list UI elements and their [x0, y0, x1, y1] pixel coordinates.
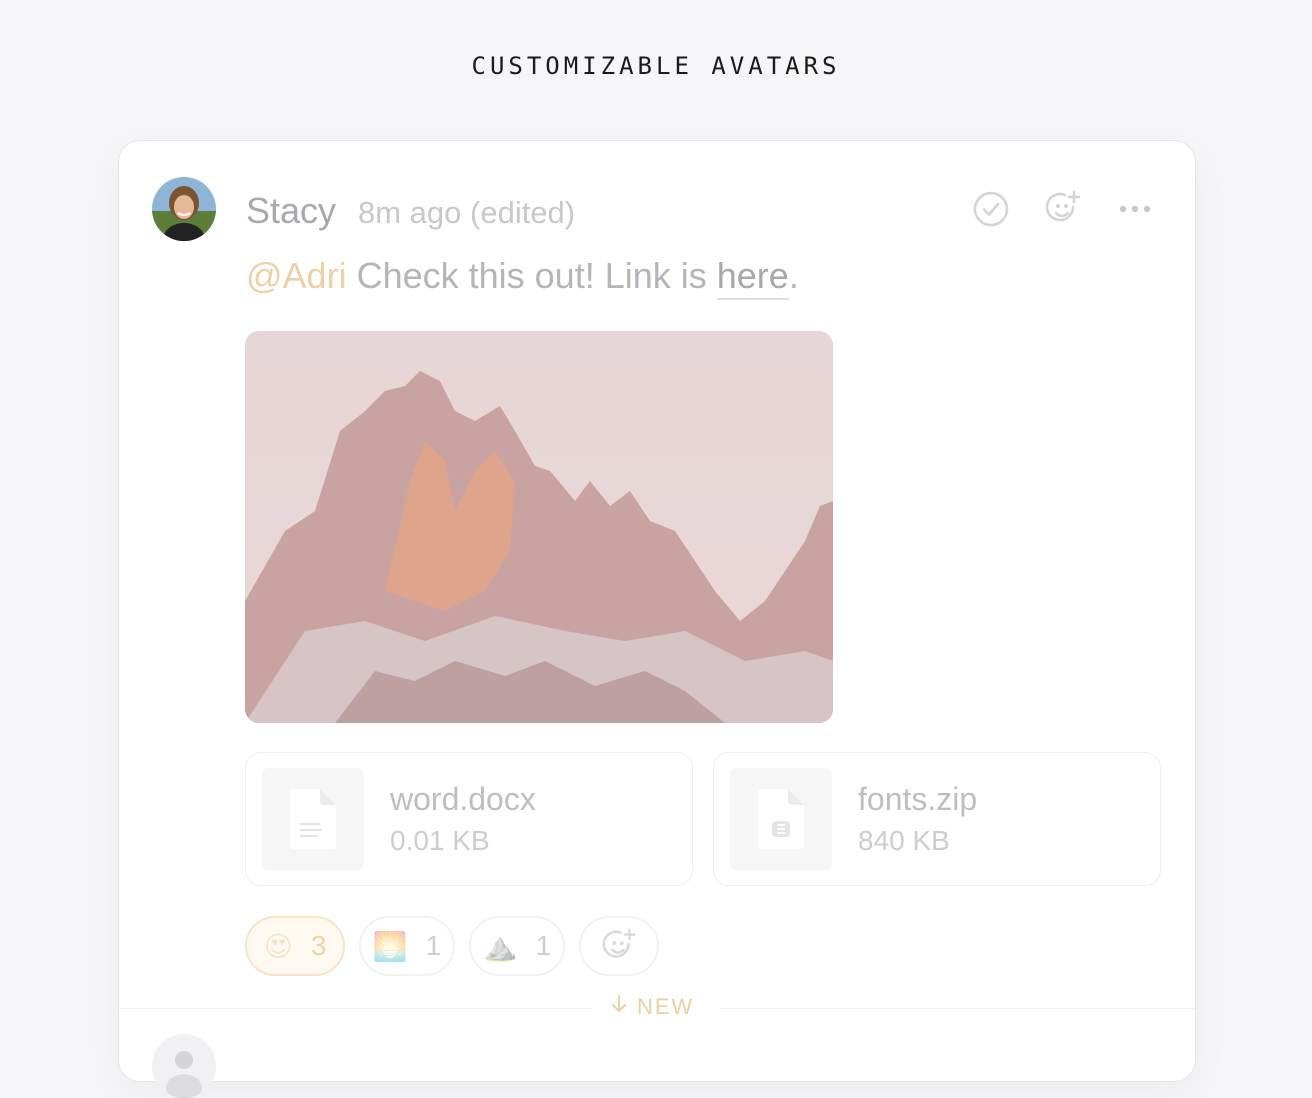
add-reaction-icon: [602, 928, 636, 958]
arrow-down-icon: [611, 994, 627, 1020]
new-label: NEW: [637, 994, 695, 1019]
reaction-sunrise[interactable]: 🌅 1: [359, 916, 455, 976]
zip-icon: [730, 768, 832, 870]
avatar[interactable]: [152, 177, 216, 241]
message-text: @Adri Check this out! Link is here.: [246, 255, 799, 300]
attached-image[interactable]: [245, 331, 833, 723]
more-icon[interactable]: [1115, 189, 1155, 229]
new-messages-divider: NEW: [611, 994, 694, 1020]
reaction-count: 3: [310, 930, 327, 961]
user-mention[interactable]: @Adri: [246, 255, 347, 296]
timestamp: 8m ago (edited): [358, 195, 576, 230]
reaction-emoji: ⛰️: [482, 930, 518, 962]
page-heading: CUSTOMIZABLE AVATARS: [471, 52, 841, 80]
add-reaction-icon[interactable]: [1043, 189, 1083, 229]
reaction-emoji: 🌅: [372, 930, 408, 962]
author-name[interactable]: Stacy: [246, 190, 336, 232]
reaction-mountain[interactable]: ⛰️ 1: [469, 916, 565, 976]
document-icon: [262, 768, 364, 870]
message-card: Stacy 8m ago (edited) @Adri Check this o…: [118, 140, 1196, 1098]
file-name: word.docx: [390, 781, 536, 817]
file-attachment[interactable]: fonts.zip 840 KB: [713, 752, 1161, 886]
reaction-emoji: 😍: [263, 930, 293, 962]
add-reaction-button[interactable]: [579, 916, 659, 976]
check-circle-icon[interactable]: [971, 189, 1011, 229]
file-size: 840 KB: [858, 825, 950, 856]
file-name: fonts.zip: [858, 781, 978, 817]
file-attachment[interactable]: word.docx 0.01 KB: [245, 752, 693, 886]
new-divider-line: [119, 1008, 591, 1009]
reaction-count: 1: [425, 930, 442, 961]
file-size: 0.01 KB: [390, 825, 490, 856]
reaction-heart-eyes[interactable]: 😍 3: [245, 916, 345, 976]
message-body: Check this out! Link is: [346, 255, 717, 296]
message-trailing: .: [788, 255, 799, 296]
reactions-bar: 😍 3 🌅 1 ⛰️ 1: [245, 916, 659, 976]
reaction-count: 1: [535, 930, 552, 961]
message-link[interactable]: here: [716, 255, 789, 300]
message-actions: [971, 189, 1155, 229]
avatar[interactable]: [152, 1034, 216, 1098]
new-divider-line: [721, 1008, 1195, 1009]
